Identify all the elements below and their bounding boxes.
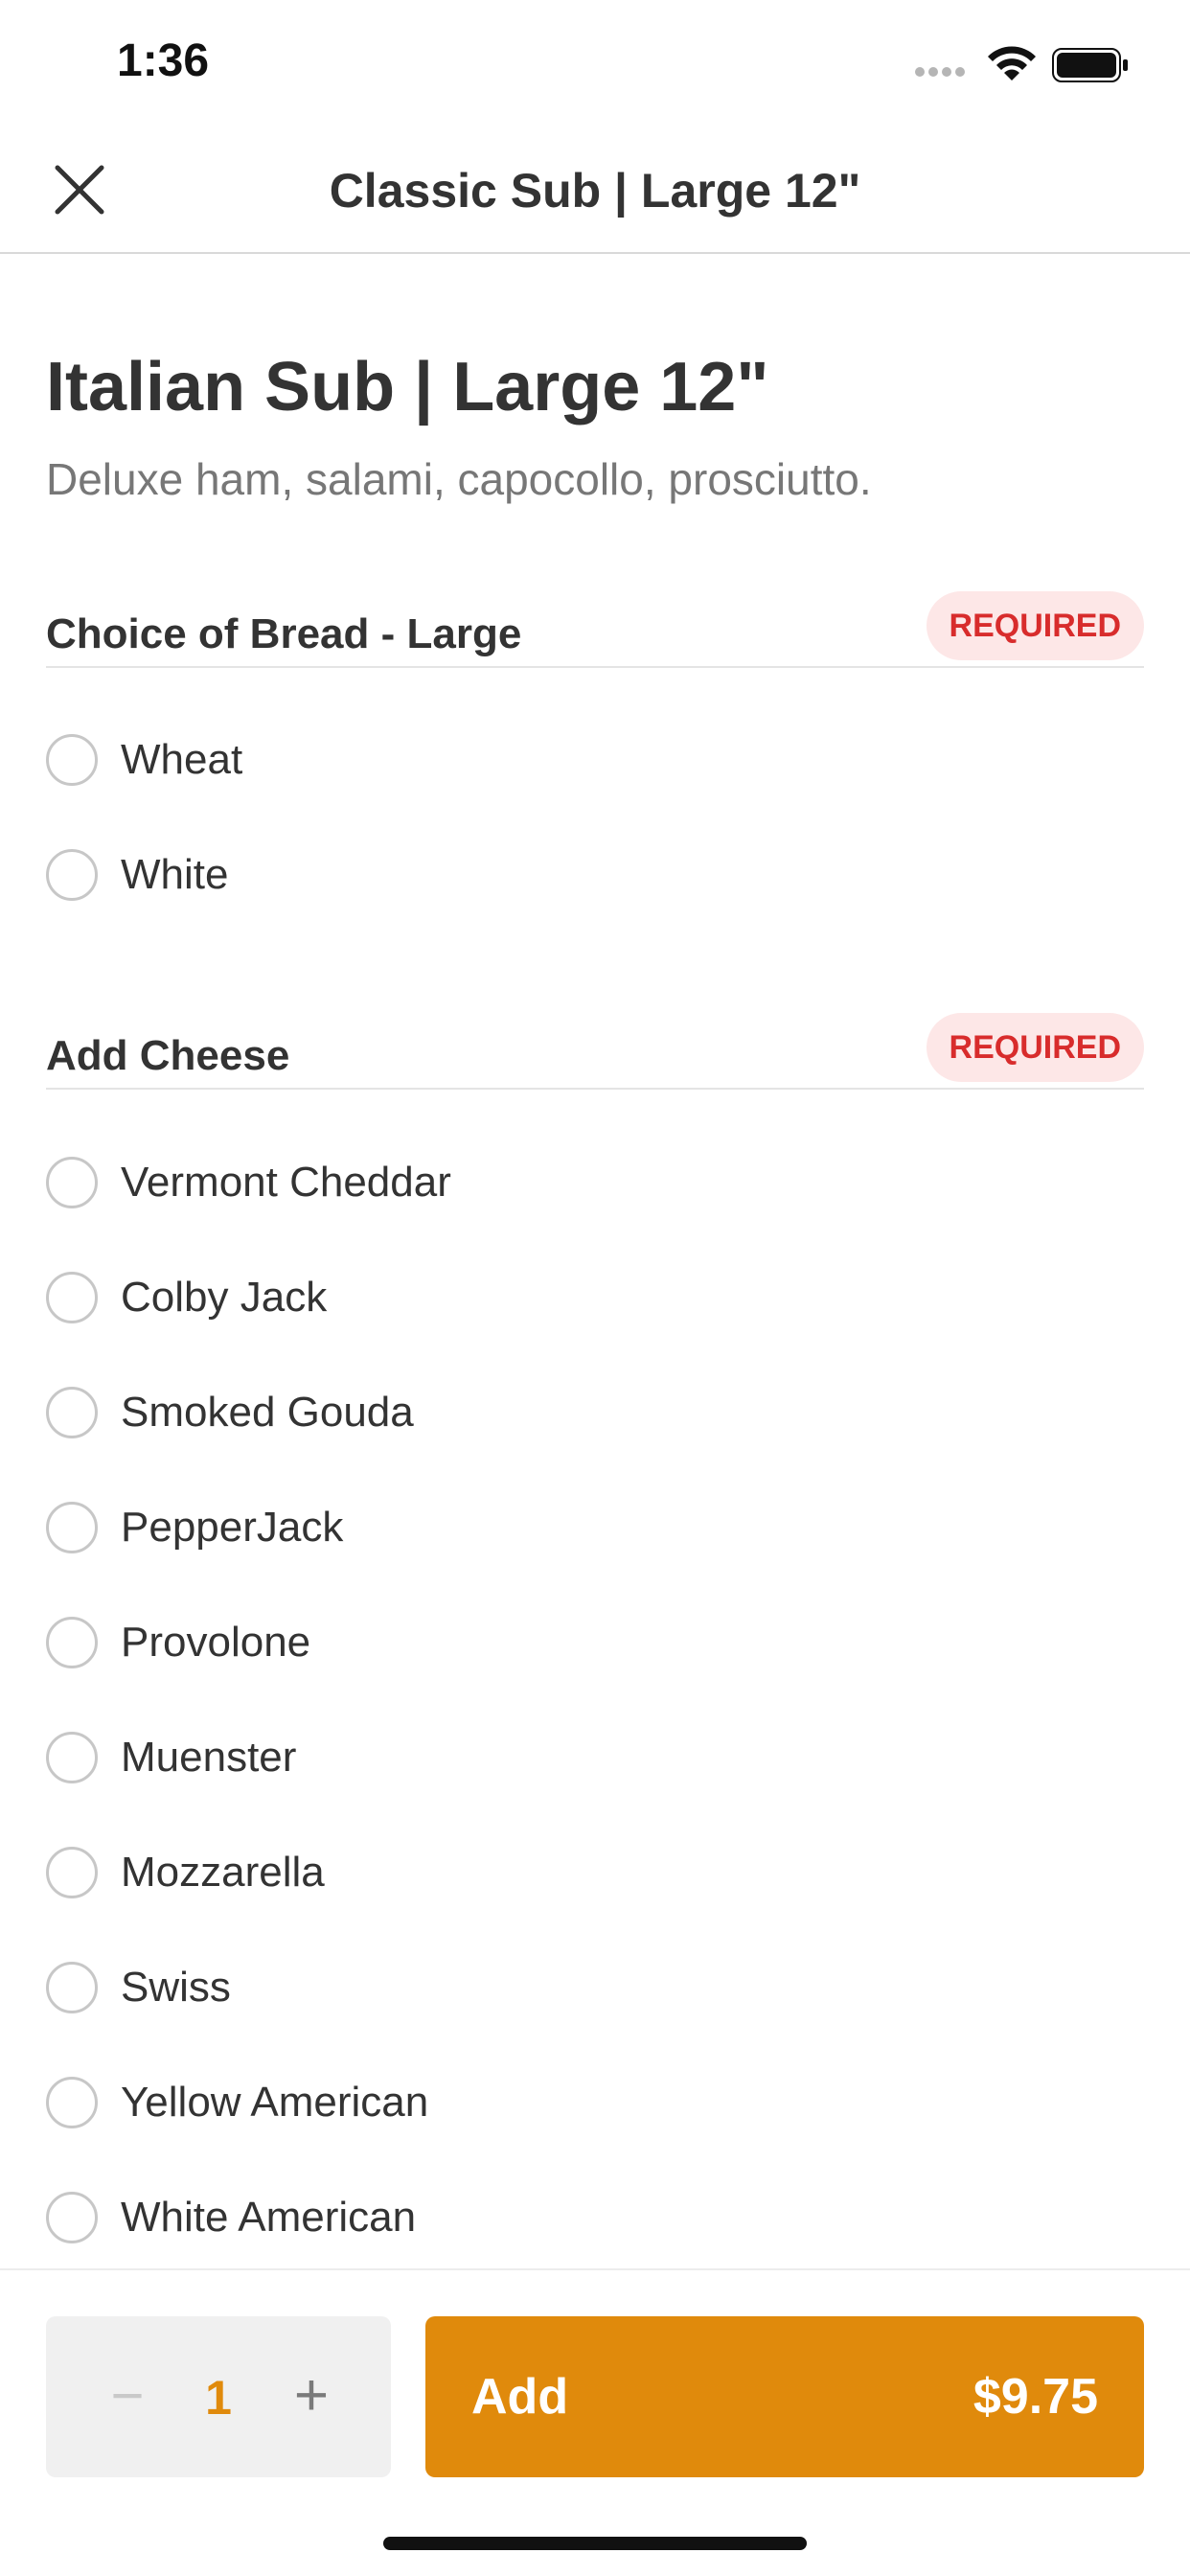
option-wheat[interactable]: Wheat — [46, 712, 1144, 808]
radio-button[interactable] — [46, 2077, 98, 2128]
home-indicator — [383, 2537, 807, 2550]
battery-icon — [1052, 48, 1128, 82]
add-button-price: $9.75 — [973, 2369, 1098, 2425]
section-title: Choice of Bread - Large — [46, 610, 522, 657]
radio-button[interactable] — [46, 1502, 98, 1553]
option-label: Wheat — [121, 736, 243, 783]
option-label: White American — [121, 2194, 417, 2241]
item-detail-content[interactable]: Italian Sub | Large 12" Deluxe ham, sala… — [0, 256, 1190, 2268]
option-yellow-american[interactable]: Yellow American — [46, 2055, 1144, 2150]
add-to-cart-button[interactable]: Add $9.75 — [425, 2316, 1144, 2477]
required-badge: REQUIRED — [926, 1013, 1144, 1082]
bottom-action-bar: − 1 + Add $9.75 — [0, 2268, 1190, 2576]
radio-button[interactable] — [46, 1387, 98, 1438]
radio-button[interactable] — [46, 1272, 98, 1323]
radio-button[interactable] — [46, 1847, 98, 1898]
close-button[interactable] — [46, 156, 113, 223]
radio-button[interactable] — [46, 1732, 98, 1783]
option-label: Yellow American — [121, 2079, 429, 2126]
item-title: Italian Sub | Large 12" — [46, 349, 769, 426]
add-button-label: Add — [471, 2369, 569, 2425]
cellular-signal-icon — [915, 67, 965, 77]
status-bar: 1:36 — [0, 0, 1190, 129]
option-white-american[interactable]: White American — [46, 2170, 1144, 2266]
radio-button[interactable] — [46, 1962, 98, 2013]
nav-title: Classic Sub | Large 12" — [329, 164, 861, 218]
status-time: 1:36 — [117, 35, 210, 86]
radio-button[interactable] — [46, 1157, 98, 1208]
option-muenster[interactable]: Muenster — [46, 1710, 1144, 1806]
quantity-value: 1 — [205, 2371, 232, 2425]
option-label: PepperJack — [121, 1504, 344, 1551]
option-label: Colby Jack — [121, 1274, 328, 1321]
option-smoked-gouda[interactable]: Smoked Gouda — [46, 1365, 1144, 1460]
required-badge: REQUIRED — [926, 591, 1144, 660]
option-mozzarella[interactable]: Mozzarella — [46, 1825, 1144, 1920]
radio-button[interactable] — [46, 849, 98, 901]
option-swiss[interactable]: Swiss — [46, 1940, 1144, 2036]
option-label: Provolone — [121, 1619, 311, 1666]
radio-button[interactable] — [46, 2192, 98, 2243]
item-description: Deluxe ham, salami, capocollo, prosciutt… — [46, 454, 872, 504]
radio-button[interactable] — [46, 1617, 98, 1668]
section-header-cheese: Add Cheese REQUIRED — [46, 1003, 1144, 1090]
option-white[interactable]: White — [46, 827, 1144, 923]
section-header-bread: Choice of Bread - Large REQUIRED — [46, 582, 1144, 668]
option-colby-jack[interactable]: Colby Jack — [46, 1250, 1144, 1346]
decrement-button[interactable]: − — [94, 2364, 161, 2431]
option-label: Muenster — [121, 1734, 297, 1781]
radio-button[interactable] — [46, 734, 98, 786]
option-vermont-cheddar[interactable]: Vermont Cheddar — [46, 1135, 1144, 1230]
option-pepperjack[interactable]: PepperJack — [46, 1480, 1144, 1576]
option-label: Swiss — [121, 1964, 231, 2011]
wifi-icon — [988, 46, 1036, 80]
increment-button[interactable]: + — [278, 2364, 345, 2431]
option-label: Smoked Gouda — [121, 1389, 414, 1436]
section-title: Add Cheese — [46, 1032, 290, 1079]
option-provolone[interactable]: Provolone — [46, 1595, 1144, 1690]
option-label: Vermont Cheddar — [121, 1159, 451, 1206]
option-label: White — [121, 851, 229, 898]
close-icon — [55, 165, 104, 215]
nav-bar: Classic Sub | Large 12" — [0, 129, 1190, 254]
quantity-stepper: − 1 + — [46, 2316, 391, 2477]
option-label: Mozzarella — [121, 1849, 325, 1896]
